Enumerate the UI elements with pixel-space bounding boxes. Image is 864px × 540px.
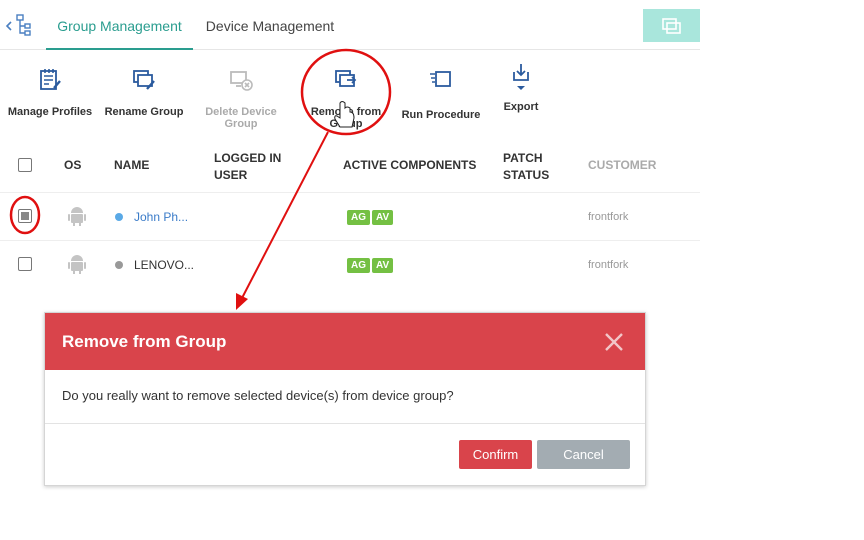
dialog-title: Remove from Group <box>62 332 227 351</box>
dialog-body: Do you really want to remove selected de… <box>45 370 645 424</box>
dialog-message: Do you really want to remove selected de… <box>62 388 454 403</box>
delete-device-group-label-line1: Delete Device <box>205 106 277 118</box>
remove-from-group-label-line2: Group <box>329 118 363 130</box>
component-badge-av: AV <box>372 258 394 273</box>
header-patch-status-line1: PATCH <box>503 151 543 165</box>
run-procedure-button[interactable]: Run Procedure <box>398 62 484 121</box>
header-patch-status-line2: STATUS <box>503 168 550 182</box>
export-button[interactable]: Export <box>496 62 546 113</box>
customer-cell: frontfork <box>588 211 629 223</box>
remove-from-group-label-line1: Remove from <box>310 106 382 118</box>
status-dot <box>115 261 123 269</box>
rename-group-button[interactable]: Rename Group <box>102 62 186 118</box>
group-tree-toggle[interactable] <box>2 10 36 40</box>
export-icon <box>513 64 529 90</box>
dropdown-caret-icon <box>517 86 525 90</box>
remove-from-group-icon <box>335 70 357 87</box>
header-logged-in-user-line1: LOGGED IN <box>214 151 282 165</box>
delete-device-group-button[interactable]: Delete Device Group <box>198 62 284 130</box>
android-icon <box>68 255 86 274</box>
header-logged-in-user-line2: USER <box>214 168 248 182</box>
run-procedure-label: Run Procedure <box>401 109 481 121</box>
header-active-components[interactable]: ACTIVE COMPONENTS <box>343 157 476 174</box>
toolbar: Manage Profiles Rename Group Delete Devi… <box>0 52 700 140</box>
header-customer[interactable]: CUSTOMER <box>588 157 656 174</box>
customer-cell: frontfork <box>588 259 629 271</box>
confirm-button[interactable]: Confirm <box>459 440 532 469</box>
delete-device-group-icon <box>230 71 253 91</box>
row-checkbox[interactable] <box>18 209 32 223</box>
tab-group-management[interactable]: Group Management <box>46 0 193 50</box>
device-name-link[interactable]: LENOVO... <box>134 258 194 272</box>
tab-bar: Group Management Device Management <box>0 0 700 50</box>
dialog-header: Remove from Group <box>45 313 645 370</box>
table-header: OS NAME LOGGED IN USER ACTIVE COMPONENTS… <box>0 140 700 192</box>
select-all-checkbox[interactable] <box>18 158 32 172</box>
run-procedure-icon <box>430 71 451 87</box>
corner-action-button[interactable] <box>643 9 700 42</box>
manage-profiles-label: Manage Profiles <box>7 106 93 118</box>
device-group-icon <box>661 17 681 34</box>
component-badge-av: AV <box>372 210 394 225</box>
rename-group-label: Rename Group <box>104 106 184 118</box>
tree-icon <box>5 14 31 36</box>
android-icon <box>68 207 86 226</box>
delete-device-group-label-line2: Group <box>224 118 258 130</box>
device-table: OS NAME LOGGED IN USER ACTIVE COMPONENTS… <box>0 140 700 288</box>
remove-from-group-button[interactable]: Remove from Group <box>303 62 389 130</box>
table-row[interactable]: LENOVO... AG AV frontfork <box>0 240 700 288</box>
remove-from-group-dialog: Remove from Group Do you really want to … <box>44 312 646 486</box>
status-dot <box>115 213 123 221</box>
table-row[interactable]: John Ph... AG AV frontfork <box>0 192 700 240</box>
component-badge-ag: AG <box>347 210 370 225</box>
device-group-panel: Group Management Device Management Manag… <box>0 0 700 296</box>
header-os[interactable]: OS <box>64 157 81 174</box>
manage-profiles-icon <box>40 69 61 90</box>
header-logged-in-user[interactable]: LOGGED IN USER <box>214 150 281 184</box>
cancel-button[interactable]: Cancel <box>537 440 630 469</box>
header-patch-status[interactable]: PATCH STATUS <box>503 150 549 184</box>
tab-device-management[interactable]: Device Management <box>200 0 340 50</box>
row-checkbox[interactable] <box>18 257 32 271</box>
header-name[interactable]: NAME <box>114 157 149 174</box>
close-icon[interactable] <box>603 331 625 353</box>
manage-profiles-button[interactable]: Manage Profiles <box>6 62 94 118</box>
export-label: Export <box>503 101 539 113</box>
device-name-link[interactable]: John Ph... <box>134 210 188 224</box>
component-badge-ag: AG <box>347 258 370 273</box>
rename-group-icon <box>133 70 155 90</box>
